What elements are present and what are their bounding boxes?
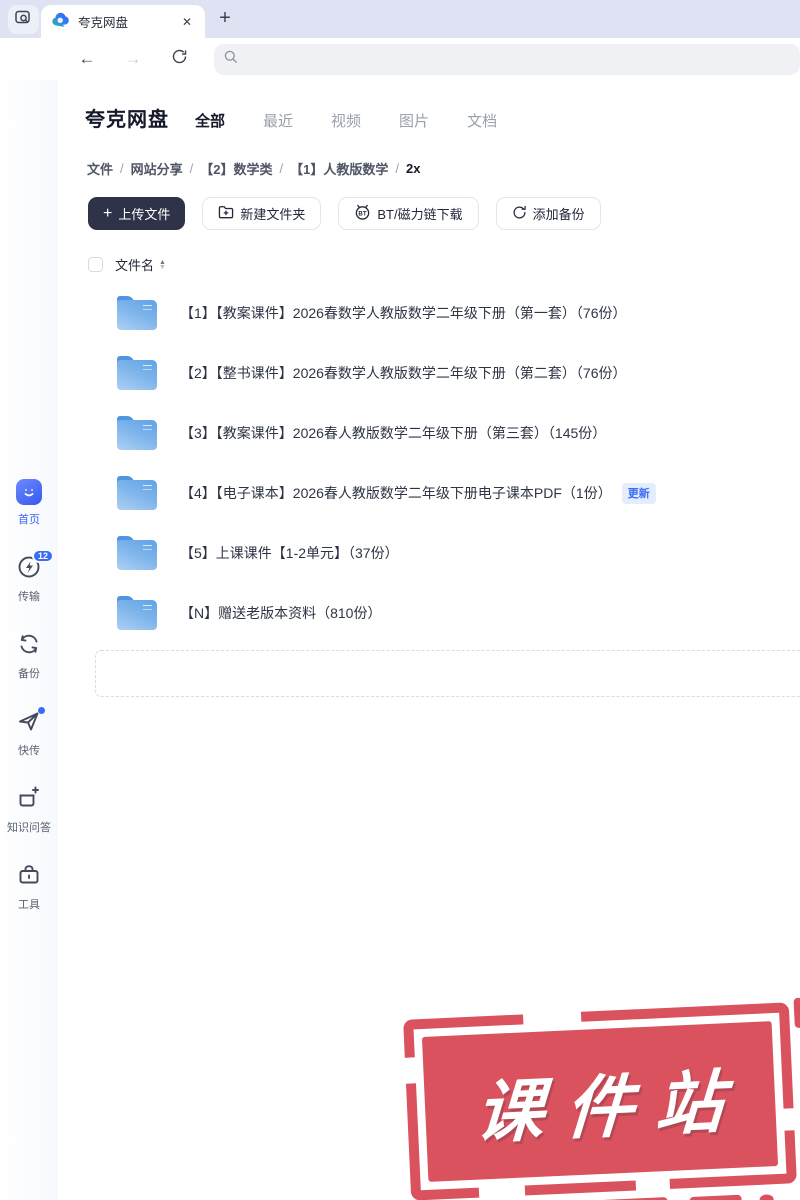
list-header: 文件名 ▲ ▼ <box>88 255 166 274</box>
toolbox-icon <box>16 862 42 893</box>
tab-all[interactable]: 全部 <box>195 110 225 131</box>
folder-name: 【4】【电子课本】2026春人教版数学二年级下册电子课本PDF（1份） <box>180 485 612 501</box>
tab-image[interactable]: 图片 <box>399 110 429 131</box>
folder-plus-icon <box>218 205 234 222</box>
folder-icon <box>117 296 157 330</box>
search-icon <box>223 49 239 70</box>
action-bar: + 上传文件 新建文件夹 BT BT/磁力链下载 添加备份 <box>88 197 601 230</box>
browser-search-input[interactable] <box>245 43 791 75</box>
stamp-text: 课件站 <box>473 1063 748 1152</box>
new-folder-button[interactable]: 新建文件夹 <box>202 197 322 230</box>
breadcrumb-separator: / <box>395 161 399 176</box>
folder-name: 【N】赠送老版本资料（810份） <box>180 605 382 621</box>
button-label: 上传文件 <box>118 207 171 222</box>
folder-icon <box>117 416 157 450</box>
folder-icon <box>117 596 157 630</box>
folder-name: 【5】上课课件【1-2单元】（37份） <box>180 545 399 561</box>
breadcrumb: 文件 / 网站分享 / 【2】数学类 / 【1】人教版数学 / 2x <box>87 159 420 178</box>
browser-tab-bar: 夸克网盘 ✕ + <box>0 0 800 38</box>
quark-drive-window: 夸克网盘 ✕ + ← → 首页 12 传输 备份 快传 知识问答 工具 夸克网盘… <box>0 0 800 1200</box>
file-list: 【1】【教案课件】2026春数学人教版数学二年级下册（第一套）（76份） 【2】… <box>0 283 800 643</box>
sidebar-item-tools[interactable]: 工具 <box>15 863 43 912</box>
folder-row[interactable]: 【3】【教案课件】2026春人教版数学二年级下册（第三套）（145份） <box>0 403 800 463</box>
tab-recent[interactable]: 最近 <box>263 110 293 131</box>
page-title: 夸克网盘 <box>85 109 169 131</box>
sidebar-item-quick-send[interactable]: 快传 <box>15 707 45 758</box>
tab-title: 夸克网盘 <box>78 16 129 30</box>
folder-icon <box>117 356 157 390</box>
plus-icon: + <box>103 204 113 222</box>
select-all-checkbox[interactable] <box>88 257 103 272</box>
back-button[interactable]: ← <box>76 49 98 69</box>
upload-dropzone[interactable] <box>95 650 800 697</box>
tab-close-icon[interactable]: ✕ <box>179 13 195 31</box>
courseware-stamp-watermark: 课件站 <box>401 997 800 1200</box>
folder-icon <box>117 536 157 570</box>
folder-name: 【3】【教案课件】2026春人教版数学二年级下册（第三套）（145份） <box>180 425 607 441</box>
notification-dot <box>38 707 45 714</box>
sidebar-label: 工具 <box>18 899 40 911</box>
column-header-filename[interactable]: 文件名 <box>115 255 154 274</box>
sidebar-label: 快传 <box>18 745 40 757</box>
folder-row[interactable]: 【2】【整书课件】2026春数学人教版数学二年级下册（第二套）（76份） <box>0 343 800 403</box>
breadcrumb-item[interactable]: 【1】人教版数学 <box>290 159 388 178</box>
browser-tab[interactable]: 夸克网盘 ✕ <box>41 5 205 38</box>
sidebar-label: 知识问答 <box>7 822 51 834</box>
upload-file-button[interactable]: + 上传文件 <box>88 197 186 230</box>
sync-icon <box>512 205 527 223</box>
folder-row[interactable]: 【N】赠送老版本资料（810份） <box>0 583 800 643</box>
breadcrumb-item[interactable]: 网站分享 <box>131 159 183 178</box>
folder-row[interactable]: 【5】上课课件【1-2单元】（37份） <box>0 523 800 583</box>
tab-document[interactable]: 文档 <box>467 110 497 131</box>
breadcrumb-separator: / <box>120 161 124 176</box>
breadcrumb-current: 2x <box>406 161 421 176</box>
folder-name: 【2】【整书课件】2026春数学人教版数学二年级下册（第二套）（76份） <box>180 365 627 381</box>
update-badge: 更新 <box>621 482 656 504</box>
breadcrumb-item[interactable]: 【2】数学类 <box>200 159 272 178</box>
bt-magnet-download-button[interactable]: BT BT/磁力链下载 <box>338 197 479 230</box>
sort-icon[interactable]: ▲ ▼ <box>159 259 166 271</box>
view-tabs: 全部 最近 视频 图片 文档 <box>195 110 497 131</box>
forward-button[interactable]: → <box>122 49 144 69</box>
button-label: 新建文件夹 <box>240 207 306 222</box>
folder-row[interactable]: 【1】【教案课件】2026春数学人教版数学二年级下册（第一套）（76份） <box>0 283 800 343</box>
bt-icon: BT <box>354 204 371 223</box>
browser-search-bar[interactable] <box>214 43 800 75</box>
folder-icon <box>117 476 157 510</box>
browser-toolbar: ← → <box>0 38 800 80</box>
tab-search-button[interactable] <box>8 5 39 34</box>
button-label: 添加备份 <box>532 207 585 222</box>
sidebar-label: 备份 <box>18 668 40 680</box>
window-search-icon <box>15 10 32 30</box>
breadcrumb-item[interactable]: 文件 <box>87 159 113 178</box>
tab-video[interactable]: 视频 <box>331 110 361 131</box>
folder-name: 【1】【教案课件】2026春数学人教版数学二年级下册（第一套）（76份） <box>180 305 627 321</box>
breadcrumb-separator: / <box>279 161 284 176</box>
add-backup-button[interactable]: 添加备份 <box>495 197 601 230</box>
quark-logo-icon <box>51 11 70 33</box>
button-label: BT/磁力链下载 <box>377 207 463 222</box>
new-tab-button[interactable]: + <box>211 4 239 32</box>
bt-icon-text: BT <box>359 210 367 217</box>
folder-row[interactable]: 【4】【电子课本】2026春人教版数学二年级下册电子课本PDF（1份） 更新 <box>0 463 800 523</box>
collect-box-icon <box>16 785 42 816</box>
sidebar-item-knowledge-qa[interactable]: 知识问答 <box>7 786 51 835</box>
breadcrumb-separator: / <box>189 161 194 176</box>
refresh-button[interactable] <box>168 48 190 70</box>
